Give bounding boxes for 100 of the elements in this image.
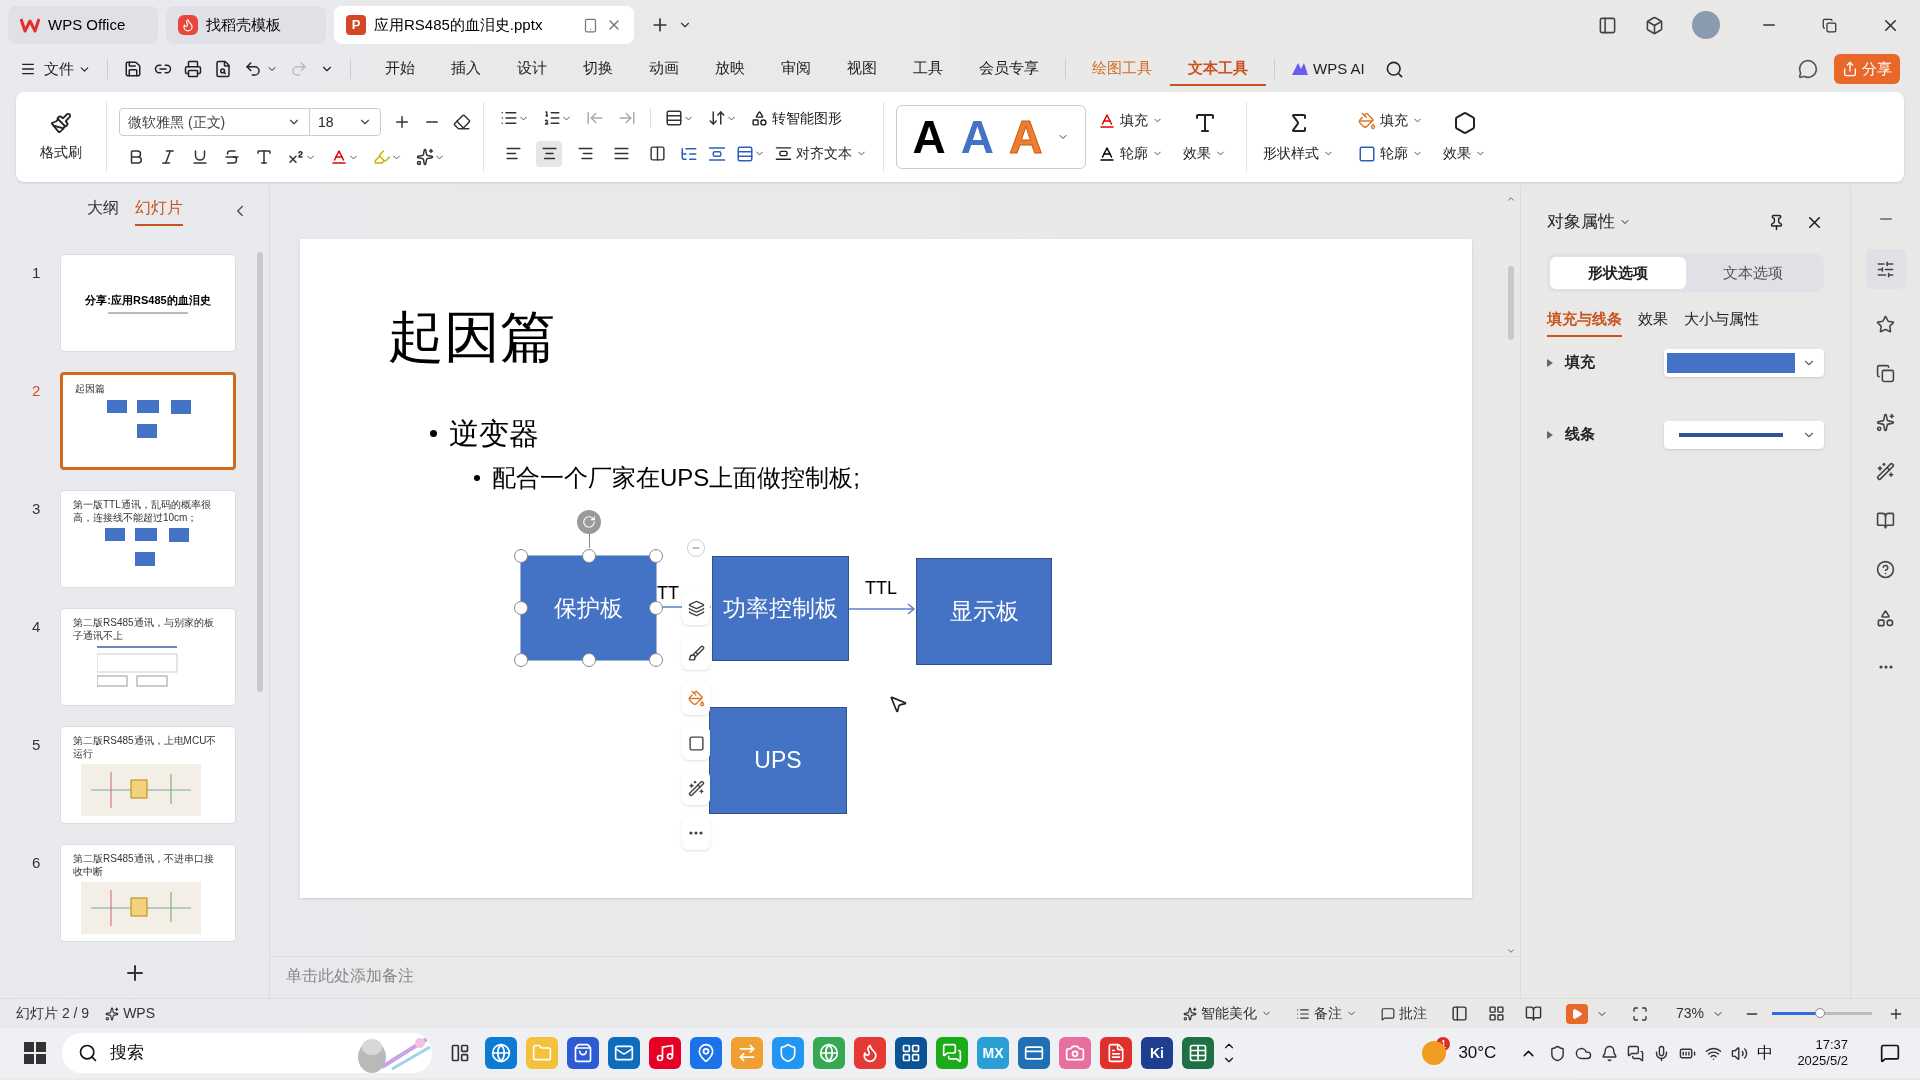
- panel-title[interactable]: 对象属性: [1547, 209, 1615, 235]
- font-color-icon[interactable]: [330, 148, 348, 166]
- ribbon-tab[interactable]: 插入: [433, 52, 499, 86]
- ribbon-tab[interactable]: 工具: [895, 52, 961, 86]
- slide-thumbnail[interactable]: 起因篇: [60, 372, 236, 470]
- bell-icon[interactable]: [1601, 1044, 1619, 1062]
- ribbon-tab[interactable]: 动画: [631, 52, 697, 86]
- text-style-sample[interactable]: A: [912, 114, 946, 160]
- superscript-icon[interactable]: [287, 148, 305, 166]
- sidebar-tab[interactable]: 大纲: [86, 196, 119, 226]
- search-field[interactable]: 搜索: [62, 1033, 432, 1073]
- shield-icon[interactable]: [1549, 1044, 1567, 1062]
- shape-box[interactable]: 显示板: [916, 558, 1052, 665]
- document-icon[interactable]: [1100, 1037, 1132, 1069]
- search-icon[interactable]: [1384, 59, 1404, 79]
- expand-icon[interactable]: [1547, 358, 1553, 367]
- undo-icon[interactable]: [244, 60, 262, 78]
- app-icon[interactable]: Ki: [1141, 1037, 1173, 1069]
- eraser-icon[interactable]: [453, 113, 471, 131]
- text-effect-button[interactable]: 效果: [1175, 110, 1234, 164]
- globe-icon[interactable]: [813, 1037, 845, 1069]
- notification-icon[interactable]: [1880, 1043, 1900, 1063]
- align-center-button[interactable]: [536, 140, 562, 167]
- line-style-dropdown[interactable]: [1664, 420, 1824, 449]
- text-direction-icon[interactable]: [708, 109, 726, 127]
- resize-handle[interactable]: [649, 549, 663, 563]
- slide-thumbnail[interactable]: 第二版RS485通讯，不进串口接收中断: [60, 844, 236, 942]
- resize-handle[interactable]: [581, 549, 596, 563]
- resize-handle[interactable]: [514, 601, 528, 615]
- panel-subtab[interactable]: 填充与线条: [1547, 308, 1622, 337]
- clock[interactable]: 17:37 2025/5/2: [1797, 1036, 1848, 1070]
- rotate-handle[interactable]: [576, 510, 601, 534]
- window-tab[interactable]: 找稻壳模板: [166, 6, 326, 44]
- slide-thumbnail[interactable]: 第二版RS485通讯，上电MCU不运行: [60, 726, 236, 824]
- map-pin-icon[interactable]: [690, 1037, 722, 1069]
- italic-icon[interactable]: [159, 148, 177, 166]
- more-icon[interactable]: [1878, 665, 1893, 669]
- font-size-dropdown[interactable]: 18: [310, 109, 380, 135]
- resize-handle[interactable]: [514, 653, 528, 667]
- help-icon[interactable]: [1876, 559, 1895, 579]
- chat-icon[interactable]: [1627, 1044, 1645, 1062]
- text-style-sample[interactable]: A: [960, 114, 995, 160]
- text-fill-button[interactable]: 填充: [1098, 110, 1163, 131]
- panel-subtab[interactable]: 大小与属性: [1684, 308, 1759, 337]
- font-dropdown[interactable]: 微软雅黑 (正文): [120, 109, 310, 135]
- resize-handle[interactable]: [649, 601, 663, 615]
- expand-icon[interactable]: [1547, 430, 1553, 439]
- reading-view-icon[interactable]: [1524, 1005, 1542, 1022]
- align-text-button[interactable]: 对齐文本: [775, 143, 867, 164]
- shape-box[interactable]: 保护板: [521, 556, 656, 660]
- format-painter-button[interactable]: 格式刷: [16, 111, 106, 163]
- cube-icon[interactable]: [1645, 15, 1664, 35]
- fit-icon[interactable]: [1631, 1005, 1648, 1022]
- chat-icon[interactable]: [1798, 59, 1818, 79]
- numbered-list-icon[interactable]: [543, 109, 561, 127]
- paragraph-spacing-icon[interactable]: [708, 144, 726, 163]
- grid-view-icon[interactable]: [1487, 1005, 1505, 1022]
- slide-thumbnail[interactable]: 第一版TTL通讯，乱码的概率很高，连接线不能超过10cm；: [60, 490, 236, 588]
- comments-button[interactable]: 批注: [1380, 1003, 1427, 1024]
- ribbon-tab[interactable]: 放映: [697, 52, 763, 86]
- strikethrough-icon[interactable]: [223, 148, 241, 166]
- panel-subtab[interactable]: 效果: [1638, 308, 1668, 337]
- mail-icon[interactable]: [608, 1037, 640, 1069]
- square-button[interactable]: [682, 726, 710, 760]
- pin-icon[interactable]: [1768, 213, 1785, 231]
- resize-handle[interactable]: [514, 549, 528, 563]
- resize-handle[interactable]: [649, 653, 663, 667]
- sliders-icon[interactable]: [1876, 259, 1895, 279]
- ribbon-tab[interactable]: 会员专享: [961, 52, 1057, 86]
- browser-icon[interactable]: [485, 1037, 517, 1069]
- underline-icon[interactable]: [191, 148, 209, 166]
- play-icon[interactable]: [1565, 1003, 1588, 1024]
- print-icon[interactable]: [184, 60, 202, 78]
- brush-button[interactable]: [682, 636, 710, 670]
- sparkle-icon[interactable]: [1876, 412, 1895, 432]
- shape-outline-button[interactable]: 轮廓: [1358, 143, 1423, 164]
- smart-graphic-button[interactable]: 转智能图形: [751, 107, 842, 129]
- shape-style-button[interactable]: 形状样式: [1247, 110, 1350, 164]
- layers-button[interactable]: [682, 591, 710, 625]
- slide-thumbnail[interactable]: 分享:应用RS485的血泪史: [60, 254, 236, 352]
- file-menu[interactable]: 文件: [44, 57, 74, 81]
- ribbon-tab[interactable]: 切换: [565, 52, 631, 86]
- scrollbar[interactable]: [257, 252, 263, 692]
- save-icon[interactable]: [124, 60, 142, 78]
- slide-thumbnail[interactable]: 第二版RS485通讯，与别家的板子通讯不上: [60, 608, 236, 706]
- wand-icon[interactable]: [1876, 461, 1895, 481]
- print-preview-icon[interactable]: [214, 60, 232, 78]
- music-icon[interactable]: [649, 1037, 681, 1069]
- shape-box[interactable]: 功率控制板: [712, 556, 849, 661]
- wps-button[interactable]: WPS: [105, 1003, 156, 1024]
- ribbon-tab[interactable]: 视图: [829, 52, 895, 86]
- star-icon[interactable]: [1876, 314, 1895, 334]
- window-tab[interactable]: P 应用RS485的血泪史.pptx: [334, 6, 634, 44]
- book-icon[interactable]: [1876, 510, 1895, 530]
- ribbon-tab[interactable]: 开始: [367, 52, 433, 86]
- panel-tab[interactable]: 文本选项: [1685, 257, 1821, 289]
- ribbon-tab[interactable]: 设计: [499, 52, 565, 86]
- device-icon[interactable]: [583, 17, 598, 33]
- paint-bucket-button[interactable]: [682, 681, 710, 715]
- bullet-list-icon[interactable]: [500, 109, 518, 127]
